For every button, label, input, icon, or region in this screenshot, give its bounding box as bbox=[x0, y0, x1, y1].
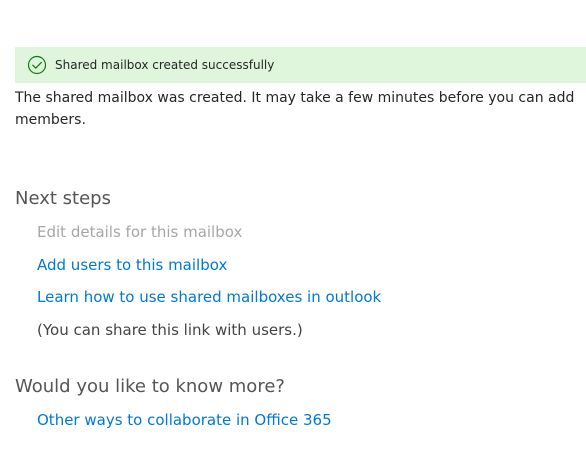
know-more-heading: Would you like to know more? bbox=[15, 376, 285, 397]
page: Shared mailbox created successfully The … bbox=[0, 0, 586, 473]
edit-details-label: Edit details for this mailbox bbox=[37, 223, 243, 241]
success-banner: Shared mailbox created successfully bbox=[15, 47, 586, 83]
add-users-link[interactable]: Add users to this mailbox bbox=[37, 255, 227, 275]
checkmark-circle-icon bbox=[27, 55, 47, 75]
intro-text: The shared mailbox was created. It may t… bbox=[15, 90, 575, 128]
success-message: Shared mailbox created successfully bbox=[55, 58, 275, 72]
next-steps-heading: Next steps bbox=[15, 188, 111, 209]
share-link-note: (You can share this link with users.) bbox=[37, 321, 303, 339]
collaborate-office365-link[interactable]: Other ways to collaborate in Office 365 bbox=[37, 410, 332, 430]
learn-shared-mailboxes-link[interactable]: Learn how to use shared mailboxes in out… bbox=[37, 287, 381, 307]
